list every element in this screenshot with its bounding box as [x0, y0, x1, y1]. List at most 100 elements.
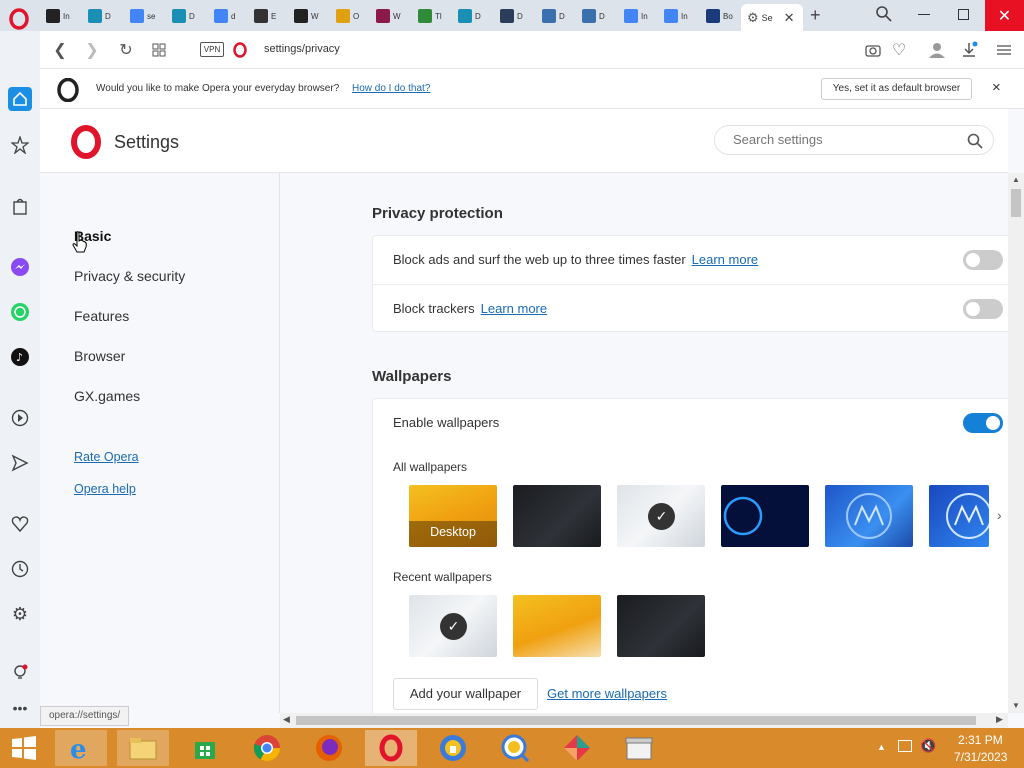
- history-icon[interactable]: [8, 557, 32, 581]
- wallpaper-blue-logo-2[interactable]: [929, 485, 989, 547]
- file-explorer-icon[interactable]: [117, 730, 169, 766]
- nav-item-privacy-security[interactable]: Privacy & security: [74, 268, 185, 284]
- wallpaper-light-waves[interactable]: ✓: [617, 485, 705, 547]
- recent-wallpaper-dark[interactable]: [617, 595, 705, 657]
- whatsapp-icon[interactable]: [8, 300, 32, 324]
- archive-app-icon[interactable]: [613, 730, 665, 766]
- clock-time[interactable]: 2:31 PM: [958, 733, 1003, 747]
- opera-taskbar-icon[interactable]: [365, 730, 417, 766]
- block-trackers-learn-more[interactable]: Learn more: [481, 301, 547, 316]
- tab-6[interactable]: W: [288, 4, 326, 28]
- minimize-button[interactable]: [918, 14, 930, 15]
- add-wallpaper-button[interactable]: Add your wallpaper: [393, 678, 538, 710]
- set-default-button[interactable]: Yes, set it as default browser: [821, 78, 972, 100]
- chrome-icon[interactable]: [241, 730, 293, 766]
- tab-3[interactable]: D: [166, 4, 204, 28]
- reload-button[interactable]: ↻: [115, 39, 137, 61]
- vpn-app-icon[interactable]: [427, 730, 479, 766]
- player-icon[interactable]: [8, 406, 32, 430]
- address-field[interactable]: settings/privacy: [264, 43, 340, 55]
- settings-icon[interactable]: ⚙: [8, 602, 32, 626]
- tab-2[interactable]: se: [124, 4, 162, 28]
- bookmark-heart-icon[interactable]: ♡: [888, 39, 910, 61]
- opera-menu-icon[interactable]: [8, 8, 30, 30]
- recent-wallpaper-light[interactable]: ✓: [409, 595, 497, 657]
- wallpaper-blue-logo[interactable]: [825, 485, 913, 547]
- search-tabs-icon[interactable]: [875, 5, 893, 28]
- home-icon[interactable]: [8, 87, 32, 111]
- tab-overview-icon[interactable]: [148, 39, 170, 61]
- back-button[interactable]: ❮: [49, 39, 71, 61]
- block-trackers-toggle[interactable]: [963, 299, 1003, 319]
- tab-5[interactable]: E: [248, 4, 286, 28]
- next-wallpapers-arrow[interactable]: ›: [997, 507, 1002, 523]
- tab-13[interactable]: D: [576, 4, 614, 28]
- how-do-i-link[interactable]: How do I do that?: [352, 83, 430, 94]
- wallpaper-desktop[interactable]: Desktop: [409, 485, 497, 547]
- speed-dial-icon[interactable]: [8, 133, 32, 157]
- more-icon[interactable]: •••: [8, 696, 32, 720]
- search-settings-field[interactable]: [714, 125, 994, 155]
- search-app-icon[interactable]: [489, 730, 541, 766]
- profile-avatar[interactable]: [926, 39, 948, 61]
- vpn-badge[interactable]: VPN: [200, 42, 224, 57]
- tab-10[interactable]: D: [452, 4, 490, 28]
- tab-7[interactable]: O: [330, 4, 368, 28]
- easy-setup-icon[interactable]: [993, 39, 1015, 61]
- colorful-app-icon[interactable]: [551, 730, 603, 766]
- infobar-close-button[interactable]: ×: [992, 79, 1001, 96]
- hscroll-thumb[interactable]: [296, 716, 976, 725]
- clock-date[interactable]: 7/31/2023: [954, 750, 1007, 764]
- tiktok-icon[interactable]: ♪: [8, 345, 32, 369]
- scroll-left-arrow[interactable]: ◀: [283, 714, 290, 725]
- tab-16[interactable]: Bo: [700, 4, 738, 28]
- start-button[interactable]: [0, 730, 48, 766]
- vertical-scrollbar[interactable]: ▲ ▼: [1008, 173, 1024, 713]
- volume-muted-icon[interactable]: 🔇: [920, 738, 936, 754]
- heart-icon[interactable]: [8, 512, 32, 536]
- scroll-up-arrow[interactable]: ▲: [1012, 175, 1020, 184]
- search-icon[interactable]: [967, 133, 983, 154]
- lightbulb-icon[interactable]: [8, 661, 32, 685]
- close-window-button[interactable]: ✕: [985, 0, 1024, 31]
- block-ads-toggle[interactable]: [963, 250, 1003, 270]
- store-icon[interactable]: [179, 730, 231, 766]
- recent-wallpaper-yellow[interactable]: [513, 595, 601, 657]
- rate-opera-link[interactable]: Rate Opera: [74, 450, 139, 464]
- downloads-icon[interactable]: [958, 39, 980, 61]
- shopping-bag-icon[interactable]: [8, 194, 32, 218]
- horizontal-scrollbar[interactable]: ◀ ▶: [280, 713, 1008, 728]
- wallpaper-dark-waves[interactable]: [513, 485, 601, 547]
- scroll-thumb[interactable]: [1011, 189, 1021, 217]
- tray-up-arrow[interactable]: ▲: [877, 742, 886, 752]
- internet-explorer-icon[interactable]: e: [55, 730, 107, 766]
- scroll-down-arrow[interactable]: ▼: [1012, 701, 1020, 710]
- block-ads-learn-more[interactable]: Learn more: [692, 252, 758, 267]
- firefox-icon[interactable]: [303, 730, 355, 766]
- nav-item-browser[interactable]: Browser: [74, 348, 125, 364]
- nav-item-gx-games[interactable]: GX.games: [74, 388, 140, 404]
- camera-icon[interactable]: [862, 39, 884, 61]
- tab-11[interactable]: D: [494, 4, 532, 28]
- search-input[interactable]: [733, 132, 953, 147]
- new-tab-button[interactable]: +: [810, 5, 821, 26]
- network-icon[interactable]: [898, 740, 912, 752]
- tab-15[interactable]: In: [658, 4, 696, 28]
- tab-14[interactable]: In: [618, 4, 656, 28]
- tab-12[interactable]: D: [536, 4, 574, 28]
- wallpaper-blue-ring[interactable]: [721, 485, 809, 547]
- messenger-icon[interactable]: [8, 255, 32, 279]
- tab-8[interactable]: W: [370, 4, 408, 28]
- send-icon[interactable]: [8, 451, 32, 475]
- get-more-wallpapers-link[interactable]: Get more wallpapers: [547, 686, 667, 701]
- tab-4[interactable]: d: [208, 4, 246, 28]
- restore-button[interactable]: [958, 9, 969, 20]
- enable-wallpapers-toggle[interactable]: [963, 413, 1003, 433]
- tab-9[interactable]: Tl: [412, 4, 450, 28]
- tab-1[interactable]: D: [82, 4, 120, 28]
- nav-item-features[interactable]: Features: [74, 308, 129, 324]
- opera-help-link[interactable]: Opera help: [74, 482, 136, 496]
- tab-0[interactable]: In: [40, 4, 78, 28]
- scroll-right-arrow[interactable]: ▶: [996, 714, 1003, 725]
- tab-settings[interactable]: ⚙ Se ✕: [741, 4, 803, 31]
